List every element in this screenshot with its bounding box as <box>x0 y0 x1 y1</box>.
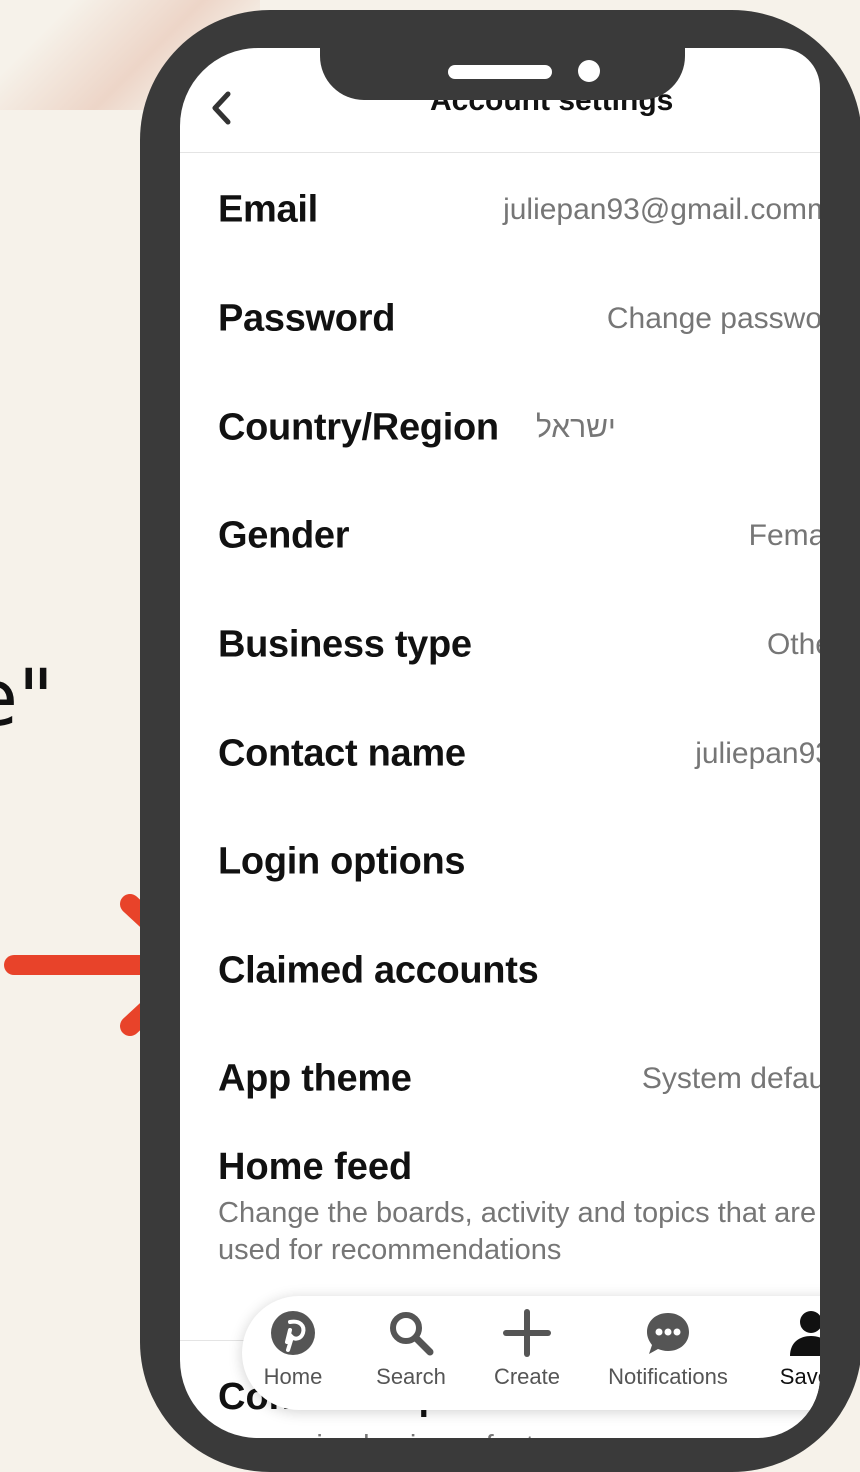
chat-bubble-icon <box>647 1313 689 1354</box>
settings-row-value: System defaul <box>641 1062 820 1095</box>
phone-frame: Account settings Email juliepan93@gmail.… <box>140 10 860 1472</box>
phone-screen: Account settings Email juliepan93@gmail.… <box>180 48 820 1438</box>
nav-home[interactable]: Home <box>248 1308 338 1390</box>
settings-row-value: Change passwor <box>606 302 820 335</box>
home-feed-title: Home feed <box>218 1146 413 1188</box>
settings-row-claimed-accounts[interactable]: Claimed accounts <box>218 941 820 1001</box>
background-text-line-1: t <box>0 548 1 626</box>
settings-row-home-feed[interactable]: Home feed Change the boards, activity an… <box>218 1146 820 1269</box>
settings-row-gender[interactable]: Gender Femal <box>218 506 820 566</box>
settings-row-label: Claimed accounts <box>218 949 539 992</box>
settings-row-label: Business type <box>218 623 472 666</box>
pinterest-icon <box>271 1311 315 1355</box>
settings-row-label: Contact name <box>218 732 466 775</box>
back-button[interactable] <box>206 88 236 128</box>
speaker-icon <box>448 65 552 79</box>
nav-label: Saved <box>779 1364 820 1389</box>
background-text-line-2: e" <box>0 654 54 744</box>
settings-row-value: Othe <box>766 628 820 661</box>
settings-row-country-region[interactable]: Country/Region ישראל <box>218 398 820 458</box>
nav-search[interactable]: Search <box>366 1308 456 1390</box>
nav-label: Create <box>493 1364 561 1389</box>
bottom-navigation-bar: Home Search Create Notifications Sav <box>242 1296 820 1410</box>
settings-row-label: Login options <box>218 840 466 883</box>
nav-label: Search <box>376 1364 446 1389</box>
phone-notch <box>320 10 685 100</box>
settings-row-value: ישראל <box>536 411 616 444</box>
nav-create[interactable]: Create <box>482 1308 572 1390</box>
search-icon <box>390 1312 434 1356</box>
nav-label: Notifications <box>608 1364 728 1389</box>
camera-icon <box>578 60 600 82</box>
settings-row-password[interactable]: Password Change passwor <box>218 289 820 349</box>
profile-icon <box>790 1311 820 1356</box>
nav-notifications[interactable]: Notifications <box>598 1308 738 1390</box>
settings-row-email[interactable]: Email juliepan93@gmail.comm <box>218 180 820 240</box>
convert-account-subtitle: Stop using business features <box>218 1430 590 1438</box>
settings-row-app-theme[interactable]: App theme System defaul <box>218 1049 820 1109</box>
settings-row-value: juliepan93@gmail.comm <box>503 193 820 226</box>
settings-row-label: App theme <box>218 1057 412 1100</box>
settings-row-label: Email <box>218 188 318 231</box>
settings-row-contact-name[interactable]: Contact name juliepan93 <box>218 724 820 784</box>
chevron-left-icon <box>212 91 231 125</box>
settings-row-login-options[interactable]: Login options <box>218 832 820 892</box>
settings-row-value: juliepan93 <box>695 737 820 770</box>
settings-row-value: Femal <box>748 519 820 552</box>
nav-saved[interactable]: Saved <box>766 1308 820 1390</box>
settings-row-label: Password <box>218 297 396 340</box>
settings-row-label: Gender <box>218 514 350 557</box>
settings-row-label: Country/Region <box>218 406 499 449</box>
plus-icon <box>503 1309 551 1357</box>
nav-label: Home <box>263 1364 323 1389</box>
home-feed-description: Change the boards, activity and topics t… <box>218 1197 817 1266</box>
settings-row-business-type[interactable]: Business type Othe <box>218 615 820 675</box>
